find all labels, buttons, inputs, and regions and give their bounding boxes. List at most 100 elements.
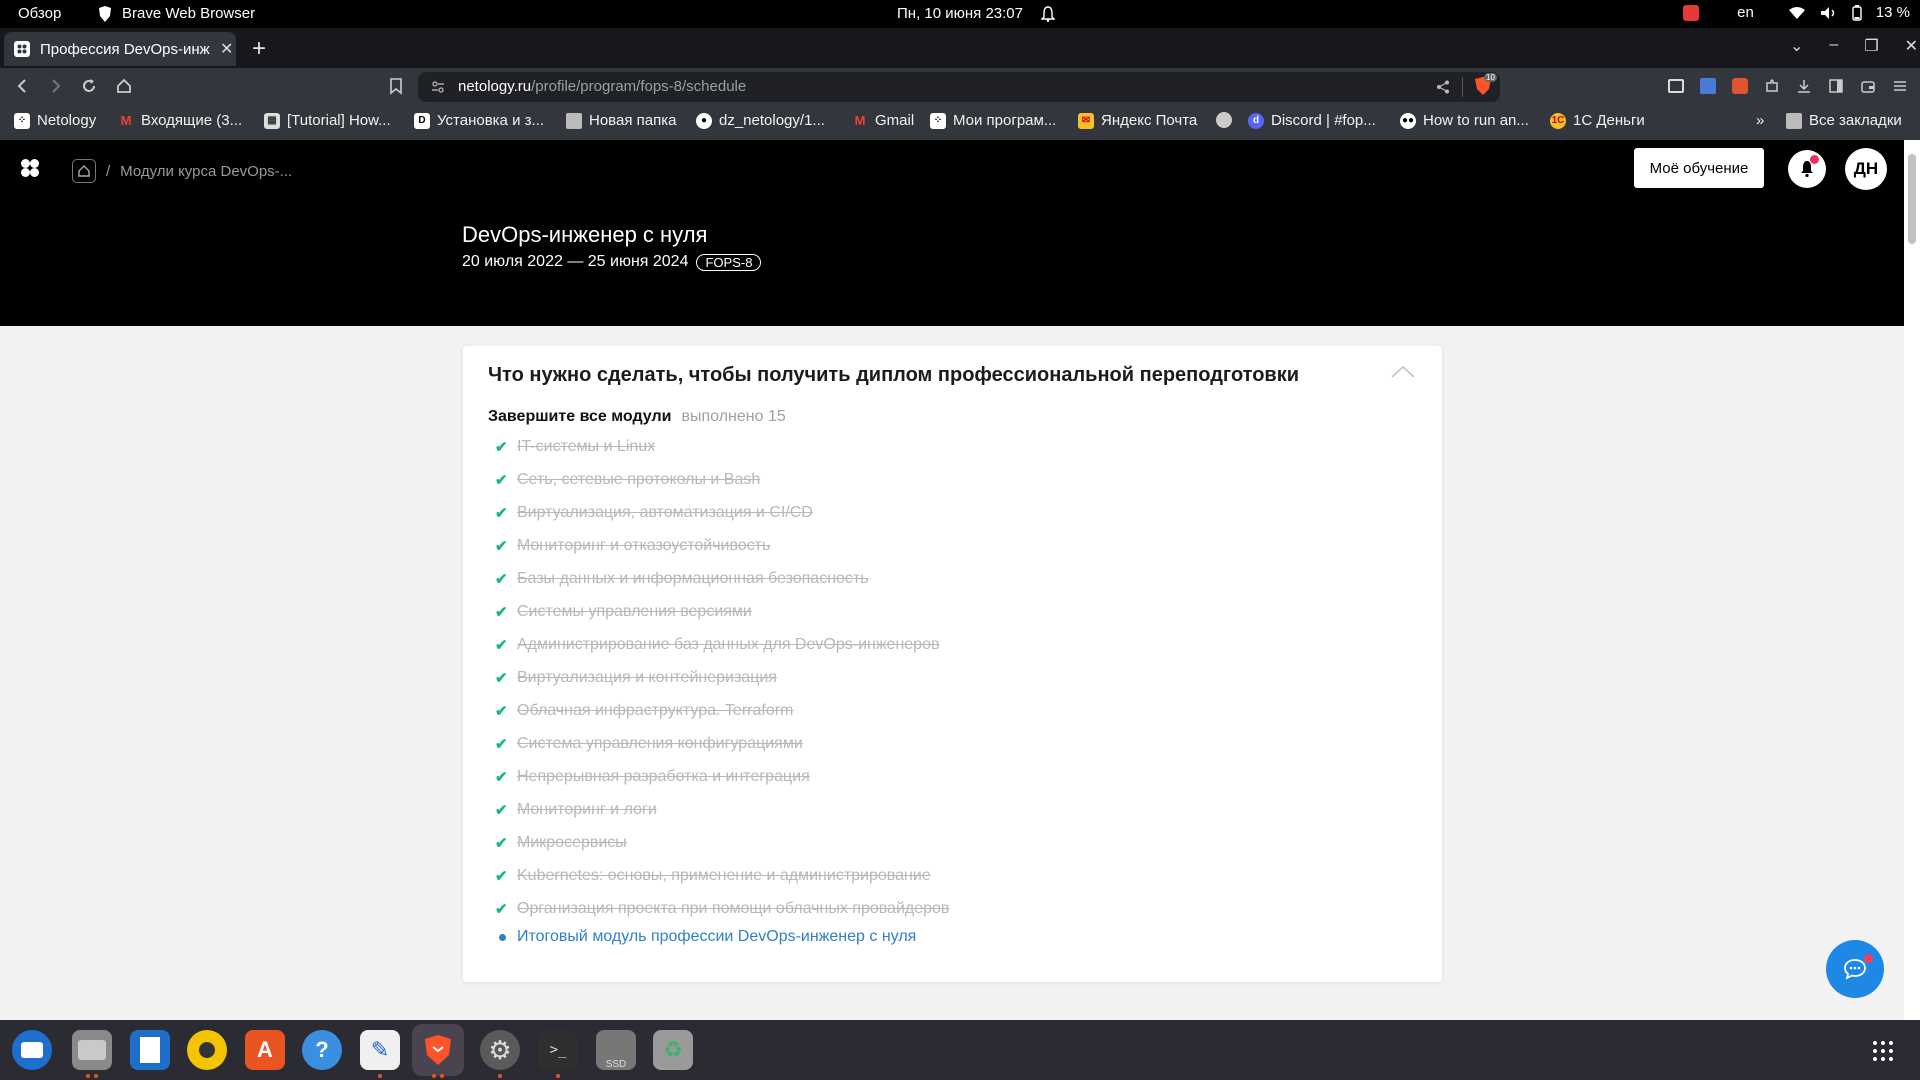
home-icon[interactable]: [115, 77, 133, 95]
rhythmbox-icon[interactable]: [187, 1030, 227, 1070]
module-item[interactable]: ✔ Kubernetes: основы, применение и админи…: [495, 859, 949, 892]
module-item[interactable]: ✔ Непрерывная разработка и интеграция: [495, 760, 949, 793]
share-icon[interactable]: [1436, 80, 1450, 94]
system-tray[interactable]: en 13 %: [1683, 4, 1910, 21]
module-item[interactable]: ✔ Администрирование баз данных для DevOps…: [495, 628, 949, 661]
bookmark-github[interactable]: ● dz_netology/1...: [696, 112, 825, 129]
check-icon: ✔: [495, 900, 508, 918]
module-item[interactable]: ✔ Базы данных и информационная безопаснос…: [495, 562, 949, 595]
gmail-icon: M: [120, 113, 132, 128]
app-center-icon[interactable]: A: [245, 1030, 285, 1070]
show-apps-grid-icon[interactable]: [1872, 1040, 1894, 1062]
module-item[interactable]: ✔ Система управления конфигурациями: [495, 727, 949, 760]
collapse-chevron-icon[interactable]: [1390, 364, 1416, 380]
thunderbird-icon[interactable]: [12, 1030, 52, 1070]
module-item[interactable]: ✔ Мониторинг и отказоустойчивость: [495, 529, 949, 562]
wallet-icon[interactable]: [1860, 78, 1876, 94]
my-learning-button[interactable]: Моё обучение: [1634, 148, 1764, 188]
bookmark-globe[interactable]: [1216, 112, 1239, 128]
module-item[interactable]: ✔ Виртуализация, автоматизация и CI/CD: [495, 496, 949, 529]
bookmark-icon[interactable]: [388, 77, 404, 95]
final-module-link[interactable]: Итоговый модуль профессии DevOps-инженер…: [495, 928, 916, 946]
close-window-icon[interactable]: ✕: [1905, 36, 1918, 56]
activities-button[interactable]: Обзор: [18, 5, 61, 22]
tab-title: Профессия DevOps-инж: [40, 40, 210, 58]
bookmark-netology[interactable]: ⁘ Netology: [14, 112, 96, 129]
settings-gear-icon[interactable]: ⚙: [480, 1030, 520, 1070]
sidebar-icon[interactable]: [1828, 78, 1844, 94]
trash-icon[interactable]: ♻: [653, 1030, 693, 1070]
folder-icon: [566, 112, 582, 129]
modules-subtitle: Завершите все модули: [488, 408, 672, 425]
module-item[interactable]: ✔ Мониторинг и логи: [495, 793, 949, 826]
bookmark-my-programs[interactable]: ⁘ Мои програм...: [930, 112, 1056, 129]
help-icon[interactable]: ?: [302, 1030, 342, 1070]
text-editor-icon[interactable]: ✎: [360, 1030, 400, 1070]
bookmark-1c-money[interactable]: 1С 1С Деньги: [1550, 112, 1645, 129]
scrollbar-thumb[interactable]: [1908, 154, 1916, 244]
bookmark-yandex-mail[interactable]: ✉ Яндекс Почта: [1078, 112, 1197, 129]
check-icon: ✔: [495, 504, 508, 522]
netology-logo-icon[interactable]: [20, 158, 40, 178]
forward-icon[interactable]: [46, 77, 64, 95]
module-item[interactable]: ✔ Системы управления версиями: [495, 595, 949, 628]
language-indicator[interactable]: en: [1737, 4, 1754, 21]
page-scrollbar[interactable]: [1904, 140, 1920, 1020]
reload-icon[interactable]: [80, 77, 98, 95]
site-settings-icon[interactable]: [431, 80, 445, 94]
home-icon[interactable]: [72, 159, 96, 183]
ssd-drive-icon[interactable]: SSD: [596, 1030, 636, 1070]
final-module-label: Итоговый модуль профессии DevOps-инженер…: [517, 928, 917, 945]
browser-toolbar: netology.ru/profile/program/fops-8/sched…: [0, 68, 1920, 106]
brave-browser-icon[interactable]: [412, 1024, 464, 1076]
d-site-icon: D: [414, 112, 430, 129]
minimize-icon[interactable]: –: [1829, 36, 1838, 56]
libreoffice-writer-icon[interactable]: [130, 1030, 170, 1070]
chat-bubble-icon: [1844, 959, 1866, 980]
more-bookmarks-button[interactable]: »: [1756, 112, 1764, 129]
address-bar[interactable]: netology.ru/profile/program/fops-8/sched…: [418, 72, 1500, 102]
bookmark-gmail[interactable]: M Gmail: [852, 112, 915, 129]
tab-list-chevron-icon[interactable]: ⌄: [1790, 36, 1803, 56]
modules-list: ✔ IT-системы и Linux ✔ Сеть, сетевые прото…: [495, 430, 949, 925]
files-icon[interactable]: [72, 1030, 112, 1070]
back-icon[interactable]: [14, 77, 32, 95]
terminal-icon[interactable]: >_: [538, 1030, 578, 1070]
remote-desktop-icon[interactable]: [1683, 4, 1700, 21]
module-item[interactable]: ✔ Сеть, сетевые протоколы и Bash: [495, 463, 949, 496]
user-avatar[interactable]: ДН: [1845, 148, 1887, 190]
bookmark-discord[interactable]: d Discord | #fop...: [1248, 112, 1376, 129]
support-chat-button[interactable]: [1826, 940, 1884, 998]
notifications-button[interactable]: [1788, 150, 1826, 188]
bookmark-new-folder[interactable]: Новая папка: [566, 112, 676, 129]
bookmark-how-to-run[interactable]: ●● How to run an...: [1400, 112, 1529, 129]
downloads-icon[interactable]: [1796, 78, 1812, 94]
maximize-icon[interactable]: ❐: [1864, 36, 1878, 56]
clock[interactable]: Пн, 10 июня 23:07: [897, 5, 1055, 22]
translate-extension-icon[interactable]: [1700, 78, 1716, 94]
screenshot-extension-icon[interactable]: [1668, 79, 1684, 93]
module-item[interactable]: ✔ Облачная инфраструктура. Terraform: [495, 694, 949, 727]
tab-close-icon[interactable]: ✕: [220, 39, 233, 59]
tab-active[interactable]: Профессия DevOps-инж ✕: [4, 32, 236, 66]
module-item[interactable]: ✔ Микросервисы: [495, 826, 949, 859]
bookmark-install[interactable]: D Установка и з...: [414, 112, 544, 129]
bookmark-gmail-inbox[interactable]: M Входящие (3...: [118, 112, 243, 129]
brave-shields-icon[interactable]: 10: [1474, 73, 1497, 98]
check-icon: ✔: [495, 669, 508, 687]
bookmark-tutorial[interactable]: ▦ [Tutorial] How...: [264, 112, 391, 129]
all-bookmarks-button[interactable]: Все закладки: [1786, 112, 1902, 129]
running-dot: [378, 1074, 382, 1078]
menu-icon[interactable]: [1892, 78, 1908, 94]
module-item[interactable]: ✔ IT-системы и Linux: [495, 430, 949, 463]
new-tab-button[interactable]: +: [252, 35, 266, 63]
module-item[interactable]: ✔ Организация проекта при помощи облачных…: [495, 892, 949, 925]
app-menu[interactable]: Brave Web Browser: [98, 5, 255, 22]
extensions-icon[interactable]: [1764, 78, 1780, 94]
vpn-extension-icon[interactable]: [1732, 78, 1748, 94]
breadcrumb-separator: /: [106, 162, 111, 180]
breadcrumb-current[interactable]: Модули курса DevOps-...: [120, 163, 292, 180]
module-item[interactable]: ✔ Виртуализация и контейнеризация: [495, 661, 949, 694]
shield-count: 10: [1484, 73, 1497, 82]
folder-icon: [1786, 112, 1802, 129]
